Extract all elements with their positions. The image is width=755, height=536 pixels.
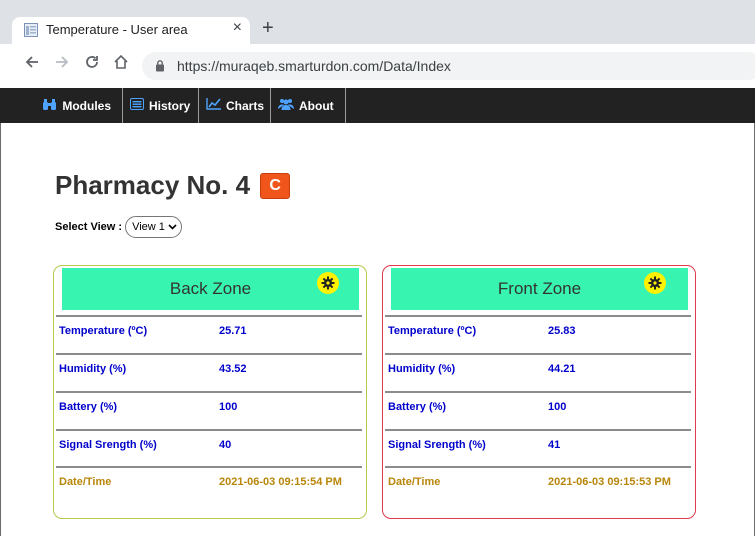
row-value: 25.71 [219,325,247,337]
view-select-value: View 1 [132,221,165,233]
home-icon[interactable] [113,54,129,75]
nav-history-label: History [149,98,191,113]
nav-charts[interactable]: Charts [199,88,271,123]
tab-title: Temperature - User area [46,22,188,37]
row-value: 41 [548,439,561,451]
zone-card-back: Back Zone Temperature (ºC) 25.71 Humidit… [53,265,367,519]
row-label: Humidity (%) [59,363,127,375]
users-icon [278,98,299,113]
table-row: Signal Srength (%) 41 [385,429,691,451]
nav-modules-label: Modules [62,98,111,113]
table-row: Temperature (ºC) 25.71 [56,315,362,337]
app-navbar: Modules History Charts About [0,88,755,123]
view-select[interactable]: View 1 [125,216,182,238]
row-label: Signal Srength (%) [59,439,157,451]
row-value: 25.83 [548,325,576,337]
refresh-button[interactable]: C [260,172,291,199]
row-value: 40 [219,439,232,451]
table-row: Battery (%) 100 [56,391,362,413]
table-row: Signal Srength (%) 40 [56,429,362,451]
row-value: 100 [219,401,238,413]
row-value: 43.52 [219,363,247,375]
row-value: 44.21 [548,363,576,375]
view-selector: Select View : View 1 [55,216,182,238]
nav-history[interactable]: History [123,88,199,123]
back-arrow-icon[interactable] [24,54,40,75]
address-bar[interactable]: https://muraqeb.smarturdon.com/Data/Inde… [142,52,755,80]
row-label: Signal Srength (%) [388,439,486,451]
zone-title: Front Zone [497,279,582,298]
row-value: 100 [548,401,567,413]
page-title: Pharmacy No. 4 [55,170,251,200]
zone-card-front: Front Zone Temperature (ºC) 25.83 Humidi… [382,265,696,519]
nav-modules[interactable]: Modules [0,88,123,123]
row-label: Date/Time [59,476,112,488]
zone-header: Front Zone [391,268,688,310]
table-row: Temperature (ºC) 25.83 [385,315,691,337]
url-text: https://muraqeb.smarturdon.com/Data/Inde… [177,58,451,74]
row-label: Humidity (%) [388,363,456,375]
tab-close-icon[interactable]: × [233,19,242,37]
zone-header: Back Zone [62,268,359,310]
row-label: Temperature (ºC) [59,325,148,337]
table-row: Humidity (%) 43.52 [56,353,362,375]
lock-icon[interactable] [155,59,165,77]
new-tab-icon[interactable]: + [262,17,274,39]
page-header: Pharmacy No. 4 C [55,170,291,201]
table-row: Battery (%) 100 [385,391,691,413]
chevron-down-icon [168,221,177,233]
nav-charts-label: Charts [226,98,265,113]
row-label: Battery (%) [388,401,447,413]
line-chart-icon [206,98,226,113]
reload-icon[interactable] [84,54,100,75]
table-row: Date/Time 2021-06-03 09:15:54 PM [56,466,362,488]
table-row: Humidity (%) 44.21 [385,353,691,375]
browser-tab[interactable]: Temperature - User area × [12,17,250,44]
gear-icon[interactable] [317,272,339,294]
forward-arrow-icon[interactable] [54,54,70,75]
row-value: 2021-06-03 09:15:53 PM [548,476,671,488]
page-favicon-icon [24,23,38,37]
row-label: Battery (%) [59,401,118,413]
gear-icon[interactable] [644,272,666,294]
row-value: 2021-06-03 09:15:54 PM [219,476,342,488]
select-view-label: Select View : [55,221,123,233]
nav-about-label: About [299,98,334,113]
nav-about[interactable]: About [271,88,346,123]
browser-toolbar: https://muraqeb.smarturdon.com/Data/Inde… [0,44,755,89]
binoculars-icon [42,98,62,114]
row-label: Date/Time [388,476,441,488]
row-label: Temperature (ºC) [388,325,477,337]
zone-title: Back Zone [169,279,252,298]
list-icon [130,98,149,113]
browser-tab-strip: Temperature - User area × + [0,0,755,44]
table-row: Date/Time 2021-06-03 09:15:53 PM [385,466,691,488]
